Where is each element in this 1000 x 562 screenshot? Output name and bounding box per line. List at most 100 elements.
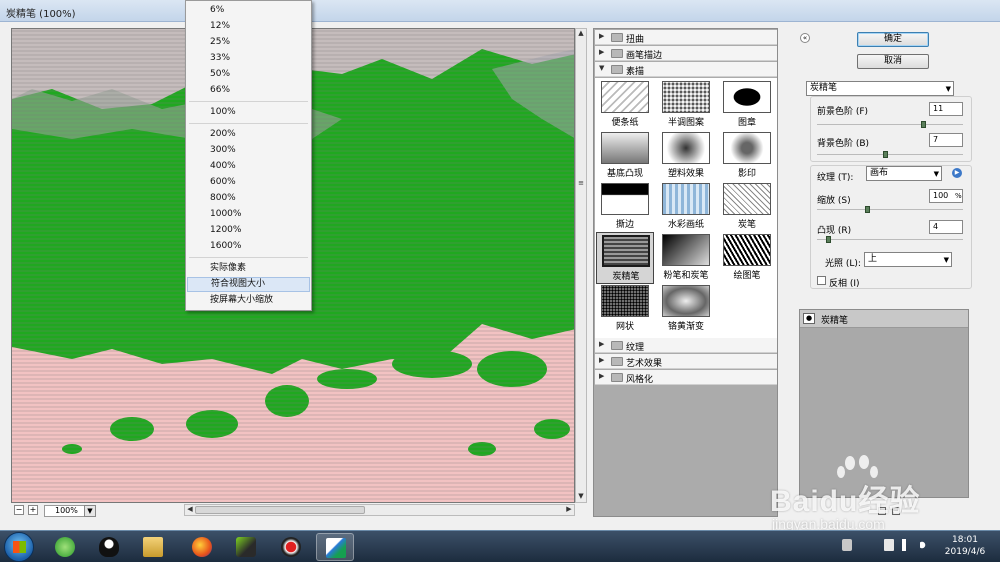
slider-knob[interactable] bbox=[920, 121, 926, 128]
filter-select-value: 炭精笔 bbox=[810, 83, 838, 93]
window-title-bar: 炭精笔 (100%) bbox=[0, 0, 1000, 22]
zoom-option[interactable]: 400% bbox=[187, 159, 310, 174]
cancel-button[interactable]: 取消 bbox=[857, 54, 929, 69]
zoom-option[interactable]: 200% bbox=[187, 127, 310, 142]
taskbar-app-firefox[interactable] bbox=[183, 533, 221, 561]
taskbar-app-qq[interactable] bbox=[90, 533, 128, 561]
layer-name: 炭精笔 bbox=[821, 316, 849, 326]
category-texture[interactable]: ▶ 纹理 bbox=[595, 338, 777, 353]
expand-arrow-icon[interactable]: ▶ bbox=[599, 48, 604, 56]
relief-input[interactable]: 4 bbox=[929, 220, 963, 234]
keyboard-tray-icon[interactable] bbox=[842, 539, 852, 551]
zoom-option[interactable]: 6% bbox=[187, 3, 310, 18]
zoom-value: 100% bbox=[44, 505, 88, 517]
preview-horizontal-scrollbar[interactable]: ◀ ▶ bbox=[184, 504, 575, 516]
taskbar-app-ie[interactable] bbox=[46, 533, 84, 561]
scroll-grip-icon[interactable]: ≡ bbox=[576, 179, 586, 189]
zoom-option[interactable]: 1600% bbox=[187, 239, 310, 254]
zoom-option[interactable]: 50% bbox=[187, 67, 310, 82]
action-center-tray-icon[interactable] bbox=[884, 539, 894, 551]
relief-label: 凸现 (R) bbox=[817, 226, 852, 236]
category-brush-strokes[interactable]: ▶ 画笔描边 bbox=[595, 46, 777, 61]
zoom-option[interactable]: 100% bbox=[187, 105, 310, 120]
expand-arrow-icon[interactable]: ▶ bbox=[599, 32, 604, 40]
zoom-option[interactable]: 33% bbox=[187, 51, 310, 66]
horizontal-scroll-thumb[interactable] bbox=[195, 506, 365, 514]
eye-visibility-icon[interactable]: ● bbox=[803, 313, 815, 324]
scroll-up-arrow-icon[interactable]: ▲ bbox=[576, 29, 586, 39]
network-tray-icon[interactable] bbox=[902, 539, 912, 551]
zoom-option[interactable]: 25% bbox=[187, 35, 310, 50]
slider-knob[interactable] bbox=[825, 236, 831, 243]
filter-thumb[interactable]: 半调图案 bbox=[657, 79, 715, 131]
texture-options-icon[interactable]: ▶ bbox=[952, 168, 962, 178]
background-level-input[interactable]: 7 bbox=[929, 133, 963, 147]
scaling-label: 缩放 (S) bbox=[817, 196, 851, 206]
taskbar-app-explorer[interactable] bbox=[134, 533, 172, 561]
filter-thumb[interactable]: 铬黄渐变 bbox=[657, 283, 715, 335]
zoom-option[interactable]: 1200% bbox=[187, 223, 310, 238]
zoom-option[interactable]: 12% bbox=[187, 19, 310, 34]
category-sketch[interactable]: ▼ 素描 bbox=[595, 62, 777, 77]
slider-knob[interactable] bbox=[882, 151, 888, 158]
zoom-option[interactable]: 66% bbox=[187, 83, 310, 98]
texture-select[interactable]: 画布 ▼ bbox=[866, 166, 942, 181]
baidu-watermark: Baidu经验 jingyan.baidu.com bbox=[770, 454, 970, 534]
volume-tray-icon[interactable] bbox=[920, 539, 930, 551]
zoom-option[interactable]: 300% bbox=[187, 143, 310, 158]
category-stylize[interactable]: ▶ 风格化 bbox=[595, 370, 777, 385]
filter-thumb[interactable]: 图章 bbox=[718, 79, 776, 131]
filter-thumb[interactable]: 炭笔 bbox=[718, 181, 776, 233]
ok-button[interactable]: 确定 bbox=[857, 32, 929, 47]
zoom-dropdown-button[interactable]: ▼ bbox=[84, 505, 96, 517]
zoom-option-actual-pixels[interactable]: 实际像素 bbox=[187, 261, 310, 276]
collapse-arrow-icon[interactable]: ▼ bbox=[599, 64, 604, 72]
zoom-option[interactable]: 800% bbox=[187, 191, 310, 206]
filter-thumb[interactable]: 粉笔和炭笔 bbox=[657, 232, 715, 284]
zoom-option[interactable]: 600% bbox=[187, 175, 310, 190]
zoom-in-button[interactable]: + bbox=[28, 505, 38, 515]
category-distort[interactable]: ▶ 扭曲 bbox=[595, 30, 777, 45]
filter-thumb[interactable]: 水彩画纸 bbox=[657, 181, 715, 233]
filter-label: 影印 bbox=[737, 169, 756, 179]
expand-arrow-icon[interactable]: ▶ bbox=[599, 340, 604, 348]
scroll-down-arrow-icon[interactable]: ▼ bbox=[576, 492, 586, 502]
filter-thumb[interactable]: 撕边 bbox=[596, 181, 654, 233]
filter-preview-icon bbox=[662, 81, 710, 113]
effect-layer-row[interactable]: ● 炭精笔 bbox=[800, 310, 968, 328]
expand-arrow-icon[interactable]: ▶ bbox=[599, 356, 604, 364]
slider-knob[interactable] bbox=[865, 206, 871, 213]
system-clock[interactable]: 18:01 2019/4/6 bbox=[940, 534, 990, 558]
category-artistic[interactable]: ▶ 艺术效果 bbox=[595, 354, 777, 369]
preview-vertical-scrollbar[interactable]: ▲ ≡ ▼ bbox=[575, 28, 587, 503]
filter-thumb[interactable]: 塑料效果 bbox=[657, 130, 715, 182]
zoom-out-button[interactable]: − bbox=[14, 505, 24, 515]
background-level-slider[interactable] bbox=[817, 151, 963, 158]
zoom-option-fit-screen[interactable]: 按屏幕大小缩放 bbox=[187, 293, 310, 308]
zoom-option[interactable]: 1000% bbox=[187, 207, 310, 222]
taskbar-app-video[interactable] bbox=[227, 533, 265, 561]
filter-thumb[interactable]: 影印 bbox=[718, 130, 776, 182]
start-button[interactable] bbox=[4, 532, 34, 562]
foreground-level-input[interactable]: 11 bbox=[929, 102, 963, 116]
filter-thumb-selected[interactable]: 炭精笔 bbox=[596, 232, 654, 284]
filter-select[interactable]: 炭精笔 ▼ bbox=[806, 81, 954, 96]
filter-thumb[interactable]: 绘图笔 bbox=[718, 232, 776, 284]
light-select[interactable]: 上 ▼ bbox=[864, 252, 952, 267]
collapse-gallery-button[interactable]: « bbox=[800, 33, 810, 43]
scaling-slider[interactable] bbox=[817, 206, 963, 213]
zoom-option-fit-view[interactable]: 符合视图大小 bbox=[187, 277, 310, 292]
filter-thumb[interactable]: 网状 bbox=[596, 283, 654, 335]
taskbar-app-photoshop[interactable] bbox=[316, 533, 354, 561]
filter-thumb[interactable]: 便条纸 bbox=[596, 79, 654, 131]
scroll-right-arrow-icon[interactable]: ▶ bbox=[564, 505, 574, 515]
invert-checkbox[interactable] bbox=[817, 276, 826, 285]
chevron-down-icon: ▼ bbox=[943, 256, 949, 264]
filter-thumb[interactable]: 基底凸现 bbox=[596, 130, 654, 182]
filter-preview-icon bbox=[601, 183, 649, 215]
scroll-left-arrow-icon[interactable]: ◀ bbox=[185, 505, 195, 515]
foreground-level-slider[interactable] bbox=[817, 121, 963, 128]
relief-slider[interactable] bbox=[817, 236, 963, 243]
taskbar-app-recorder[interactable] bbox=[272, 533, 310, 561]
expand-arrow-icon[interactable]: ▶ bbox=[599, 372, 604, 380]
